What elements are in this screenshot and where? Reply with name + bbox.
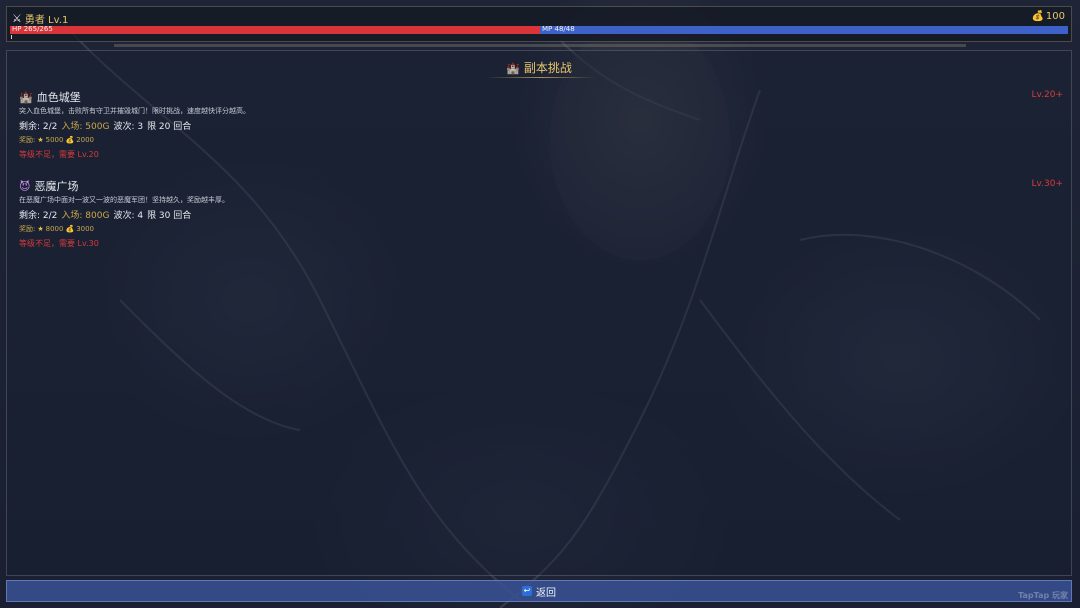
dungeon-meta: 剩余: 2/2 入场: 500G 波次: 3 限 20 回合 (19, 119, 191, 132)
remaining-count: 剩余: 2/2 (19, 122, 58, 132)
panel-title: 🏰 副本挑战 (7, 59, 1071, 76)
watermark: TapTap 玩家 (1018, 591, 1068, 600)
title-underline (486, 77, 596, 78)
back-icon: ↩ (522, 586, 532, 596)
status-bar: ⚔ 勇者 Lv.1 💰 100 HP 265/265 MP 48/48 (6, 6, 1072, 42)
dungeon-description: 在恶魔广场中面对一波又一波的恶魔军团！坚持越久，奖励越丰厚。 (19, 196, 229, 204)
reward-gold: 3000 (76, 225, 95, 233)
rewards-label: 奖励: (19, 136, 36, 144)
gold-amount: 100 (1045, 11, 1065, 22)
remaining-count: 剩余: 2/2 (19, 211, 58, 221)
castle-icon: 🏰 (19, 90, 33, 104)
hp-text: HP 265/265 (12, 25, 53, 33)
level-warning: 等级不足，需要 Lv.30 (19, 239, 99, 248)
rewards-label: 奖励: (19, 225, 36, 233)
dungeon-entry[interactable]: 😈 恶魔广场 Lv.30+ 在恶魔广场中面对一波又一波的恶魔军团！坚持越久，奖励… (19, 178, 1063, 258)
exp-bar (11, 35, 12, 39)
dungeon-meta: 剩余: 2/2 入场: 800G 波次: 4 限 30 回合 (19, 208, 191, 221)
back-button[interactable]: ↩ 返回 (6, 580, 1072, 602)
level-requirement: Lv.30+ (1031, 179, 1064, 189)
rewards: 奖励: ★ 5000 💰 2000 (19, 135, 94, 145)
dungeon-header: 🏰 血色城堡 (19, 89, 81, 105)
turn-limit: 限 20 回合 (147, 122, 192, 132)
back-button-label: 返回 (536, 587, 556, 599)
dungeon-header: 😈 恶魔广场 (19, 178, 78, 194)
star-icon: ★ (37, 136, 44, 144)
money-bag-icon: 💰 (65, 136, 75, 144)
entry-cost: 入场: 500G (61, 122, 110, 132)
level-warning: 等级不足，需要 Lv.20 (19, 150, 99, 159)
mp-text: MP 48/48 (542, 25, 575, 33)
rewards: 奖励: ★ 8000 💰 3000 (19, 224, 94, 234)
wave-count: 波次: 3 (113, 122, 144, 132)
player-name-level: 勇者 Lv.1 (24, 15, 69, 26)
reward-exp: 5000 (45, 136, 64, 144)
mp-bar: MP 48/48 (540, 25, 1068, 34)
hp-bar: HP 265/265 (10, 25, 540, 34)
money-bag-icon: 💰 (1031, 11, 1044, 22)
castle-icon: 🏰 (506, 62, 520, 75)
entry-cost: 入场: 800G (61, 211, 110, 221)
reward-exp: 8000 (45, 225, 64, 233)
panel-title-text: 副本挑战 (523, 61, 572, 75)
gold-display: 💰 100 (1031, 11, 1065, 22)
star-icon: ★ (37, 225, 44, 233)
turn-limit: 限 30 回合 (147, 211, 192, 221)
dungeon-description: 突入血色城堡，击败所有守卫并摧毁城门！限时挑战，速度越快评分越高。 (19, 107, 250, 115)
dungeon-entry[interactable]: 🏰 血色城堡 Lv.20+ 突入血色城堡，击败所有守卫并摧毁城门！限时挑战，速度… (19, 89, 1063, 169)
divider (114, 44, 966, 47)
reward-gold: 2000 (76, 136, 95, 144)
dungeon-name: 恶魔广场 (34, 180, 79, 193)
dungeon-name: 血色城堡 (36, 91, 81, 104)
dungeon-panel: 🏰 副本挑战 🏰 血色城堡 Lv.20+ 突入血色城堡，击败所有守卫并摧毁城门！限… (6, 50, 1072, 576)
level-requirement: Lv.20+ (1031, 90, 1064, 100)
wave-count: 波次: 4 (113, 211, 144, 221)
demon-icon: 😈 (19, 179, 31, 193)
money-bag-icon: 💰 (65, 225, 75, 233)
player-info: ⚔ 勇者 Lv.1 (12, 11, 68, 26)
crossed-swords-icon: ⚔ (12, 12, 22, 25)
